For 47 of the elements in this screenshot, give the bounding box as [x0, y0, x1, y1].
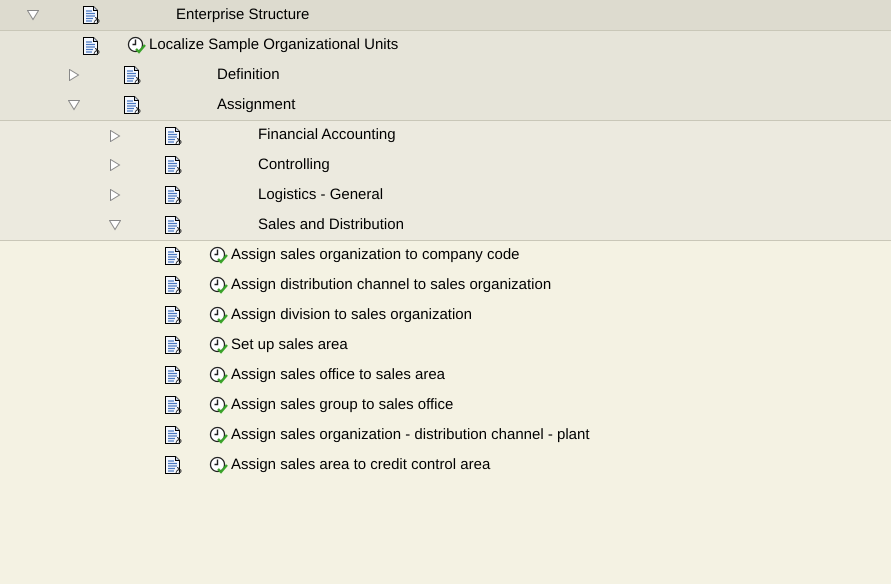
- clock-check-icon[interactable]: [127, 36, 147, 55]
- document-icon: [82, 5, 102, 25]
- tree-node-label[interactable]: Definition: [217, 64, 280, 86]
- collapse-triangle-icon[interactable]: [68, 99, 80, 111]
- expand-triangle-icon[interactable]: [109, 189, 121, 201]
- document-icon: [164, 455, 184, 475]
- clock-check-icon[interactable]: [209, 246, 229, 265]
- document-icon: [164, 126, 184, 146]
- document-icon: [164, 305, 184, 325]
- tree-node-label[interactable]: Logistics - General: [258, 184, 384, 206]
- tree-node-label[interactable]: Enterprise Structure: [176, 4, 310, 26]
- clock-check-icon[interactable]: [209, 396, 229, 414]
- tree-node-label[interactable]: Sales and Distribution: [258, 214, 404, 236]
- tree-node-label[interactable]: Assignment: [217, 94, 296, 116]
- tree-node-label[interactable]: Assign sales group to sales office: [231, 394, 454, 416]
- tree-node-label[interactable]: Assign sales organization to company code: [231, 244, 520, 267]
- clock-check-icon[interactable]: [209, 276, 229, 294]
- tree-node-label[interactable]: Set up sales area: [231, 334, 348, 356]
- tree-node-label[interactable]: Assign sales area to credit control area: [231, 454, 490, 476]
- document-icon: [164, 275, 184, 295]
- clock-check-icon[interactable]: [209, 336, 229, 354]
- collapse-triangle-icon[interactable]: [109, 219, 121, 231]
- document-icon: [123, 95, 143, 115]
- tree-node-label[interactable]: Assign sales office to sales area: [231, 364, 446, 386]
- document-icon: [164, 155, 184, 175]
- expand-triangle-icon[interactable]: [109, 130, 121, 142]
- clock-check-icon[interactable]: [209, 426, 229, 444]
- expand-triangle-icon[interactable]: [109, 159, 121, 171]
- clock-check-icon[interactable]: [209, 366, 229, 384]
- document-icon: [82, 36, 102, 56]
- tree-node-label[interactable]: Financial Accounting: [258, 124, 396, 147]
- clock-check-icon[interactable]: [209, 306, 229, 324]
- collapse-triangle-icon[interactable]: [27, 9, 39, 21]
- tree-node-label[interactable]: Controlling: [258, 154, 330, 176]
- clock-check-icon[interactable]: [209, 456, 229, 474]
- document-icon: [164, 185, 184, 205]
- tree-node-label[interactable]: Assign sales organization - distribution channel - plant: [231, 424, 590, 446]
- tree-node-label[interactable]: Assign division to sales organization: [231, 304, 472, 326]
- document-icon: [164, 246, 184, 266]
- document-icon: [164, 335, 184, 355]
- expand-triangle-icon[interactable]: [68, 69, 80, 81]
- document-icon: [164, 215, 184, 235]
- document-icon: [164, 365, 184, 385]
- document-icon: [164, 395, 184, 415]
- document-icon: [123, 65, 143, 85]
- document-icon: [164, 425, 184, 445]
- tree-node-label[interactable]: Assign distribution channel to sales organization: [231, 274, 552, 296]
